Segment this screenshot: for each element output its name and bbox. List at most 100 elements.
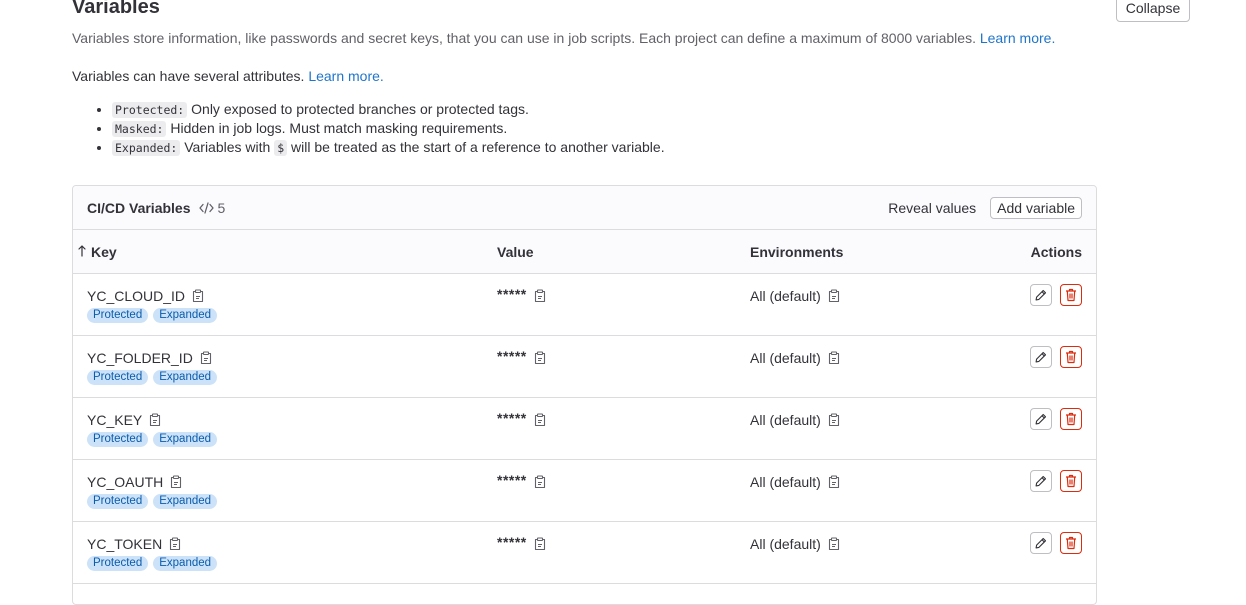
attributes-learn-more-link[interactable]: Learn more. (308, 68, 383, 84)
key-cell: YC_KEY Protected Expanded (87, 411, 218, 447)
environment-cell: All (default) (750, 535, 840, 553)
delete-button[interactable] (1060, 284, 1082, 306)
pencil-icon (1035, 351, 1047, 363)
trash-icon (1065, 536, 1077, 550)
arrow-up-icon (78, 244, 86, 260)
actions-cell (1030, 532, 1082, 554)
value-cell: ***** (497, 534, 546, 553)
table-row: YC_KEY Protected Expanded ***** All (def… (73, 398, 1096, 460)
attributes-intro-text: Variables can have several attributes. (72, 68, 305, 84)
add-variable-button[interactable]: Add variable (990, 196, 1082, 219)
expanded-badge: Expanded (153, 308, 218, 323)
page-title: Variables (72, 0, 160, 18)
column-value: Value (497, 244, 534, 260)
protected-badge: Protected (87, 432, 149, 447)
variables-description: Variables store information, like passwo… (72, 30, 1055, 46)
table-row: YC_TOKEN Protected Expanded ***** All (d… (73, 522, 1096, 584)
pencil-icon (1035, 413, 1047, 425)
column-actions: Actions (1030, 244, 1082, 260)
column-environments: Environments (750, 244, 844, 260)
key-cell: YC_OAUTH Protected Expanded (87, 473, 218, 509)
expanded-badge: Expanded (153, 370, 218, 385)
trash-icon (1065, 350, 1077, 364)
table-row: YC_FOLDER_ID Protected Expanded ***** Al… (73, 336, 1096, 398)
environment-scope: All (default) (750, 536, 821, 552)
edit-button[interactable] (1030, 470, 1052, 492)
edit-button[interactable] (1030, 346, 1052, 368)
column-key-label: Key (91, 244, 117, 260)
column-key[interactable]: Key (78, 244, 117, 260)
copy-environment-icon[interactable] (828, 289, 840, 303)
protected-badge: Protected (87, 370, 149, 385)
variable-key: YC_KEY (87, 412, 143, 428)
value-cell: ***** (497, 410, 546, 429)
attributes-list: Protected: Only exposed to protected bra… (72, 100, 665, 157)
actions-cell (1030, 346, 1082, 368)
actions-cell (1030, 470, 1082, 492)
copy-key-icon[interactable] (169, 537, 181, 551)
copy-value-icon[interactable] (534, 289, 546, 303)
delete-button[interactable] (1060, 532, 1082, 554)
badges: Protected Expanded (87, 494, 218, 509)
environment-scope: All (default) (750, 288, 821, 304)
variable-key: YC_TOKEN (87, 536, 163, 552)
attribute-protected: Protected: Only exposed to protected bra… (112, 100, 665, 119)
attribute-masked: Masked: Hidden in job logs. Must match m… (112, 119, 665, 138)
trash-icon (1065, 412, 1077, 426)
pencil-icon (1035, 475, 1047, 487)
dollar-code: $ (274, 140, 288, 156)
attribute-text: will be treated as the start of a refere… (291, 139, 665, 155)
copy-environment-icon[interactable] (828, 413, 840, 427)
protected-badge: Protected (87, 308, 149, 323)
variable-count: 5 (217, 199, 226, 216)
attribute-expanded: Expanded: Variables with $ will be treat… (112, 138, 665, 157)
value-cell: ***** (497, 286, 546, 305)
edit-button[interactable] (1030, 284, 1052, 306)
masked-value: ***** (497, 348, 527, 364)
environment-scope: All (default) (750, 474, 821, 490)
attribute-code: Expanded: (112, 140, 181, 156)
copy-key-icon[interactable] (170, 475, 182, 489)
copy-environment-icon[interactable] (828, 537, 840, 551)
copy-value-icon[interactable] (534, 413, 546, 427)
card-title: CI/CD Variables (87, 199, 191, 216)
copy-key-icon[interactable] (192, 289, 204, 303)
copy-environment-icon[interactable] (828, 475, 840, 489)
copy-key-icon[interactable] (200, 351, 212, 365)
collapse-button[interactable]: Collapse (1116, 0, 1190, 22)
trash-icon (1065, 288, 1077, 302)
key-cell: YC_CLOUD_ID Protected Expanded (87, 287, 218, 323)
variable-key: YC_CLOUD_ID (87, 288, 186, 304)
environment-cell: All (default) (750, 411, 840, 429)
copy-value-icon[interactable] (534, 351, 546, 365)
environment-cell: All (default) (750, 287, 840, 305)
environment-cell: All (default) (750, 349, 840, 367)
masked-value: ***** (497, 534, 527, 550)
delete-button[interactable] (1060, 346, 1082, 368)
environment-scope: All (default) (750, 412, 821, 428)
variable-key: YC_OAUTH (87, 474, 164, 490)
edit-button[interactable] (1030, 408, 1052, 430)
copy-value-icon[interactable] (534, 475, 546, 489)
masked-value: ***** (497, 286, 527, 302)
card-header: CI/CD Variables 5 Reveal values Add vari… (73, 186, 1096, 230)
cicd-variables-card: CI/CD Variables 5 Reveal values Add vari… (72, 185, 1097, 605)
protected-badge: Protected (87, 494, 149, 509)
delete-button[interactable] (1060, 408, 1082, 430)
attribute-text: Only exposed to protected branches or pr… (191, 101, 529, 117)
key-cell: YC_TOKEN Protected Expanded (87, 535, 218, 571)
value-cell: ***** (497, 472, 546, 491)
edit-button[interactable] (1030, 532, 1052, 554)
learn-more-link[interactable]: Learn more. (980, 30, 1055, 46)
delete-button[interactable] (1060, 470, 1082, 492)
reveal-values-button[interactable]: Reveal values (888, 200, 976, 216)
badges: Protected Expanded (87, 556, 218, 571)
protected-badge: Protected (87, 556, 149, 571)
copy-environment-icon[interactable] (828, 351, 840, 365)
expanded-badge: Expanded (153, 494, 218, 509)
badges: Protected Expanded (87, 370, 218, 385)
environment-cell: All (default) (750, 473, 840, 491)
copy-key-icon[interactable] (149, 413, 161, 427)
attribute-code: Masked: (112, 121, 167, 137)
copy-value-icon[interactable] (534, 537, 546, 551)
